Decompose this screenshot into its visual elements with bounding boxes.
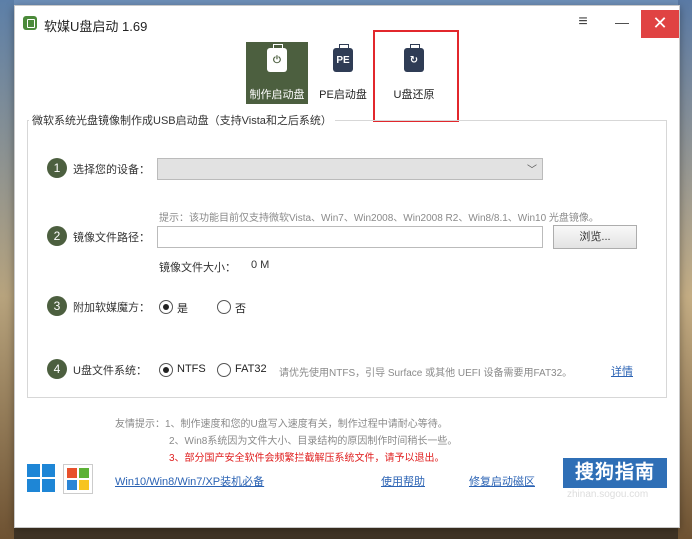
ntfs-label: NTFS	[177, 363, 206, 375]
tip-line-2: 2、Win8系统因为文件大小、目录结构的原因制作时间稍长一些。	[169, 436, 458, 447]
image-size-label: 镜像文件大小：	[159, 262, 236, 274]
ntfs-radio[interactable]	[159, 363, 173, 377]
filesystem-label: U盘文件系统：	[73, 365, 147, 377]
desktop-background-left	[0, 0, 14, 539]
image-path-label: 镜像文件路径：	[73, 232, 150, 244]
addon-yes-label: 是	[177, 303, 188, 315]
step-3-badge: 3	[47, 296, 67, 316]
windows-xp-logo-icon	[63, 464, 93, 494]
step-2-badge: 2	[47, 226, 67, 246]
device-select[interactable]: ﹀	[157, 158, 543, 180]
minimize-button[interactable]: —	[613, 14, 631, 32]
usb-power-icon: ⏻	[267, 44, 287, 72]
help-link[interactable]: 使用帮助	[381, 473, 425, 489]
annotation-highlight-box	[373, 30, 459, 122]
device-label: 选择您的设备：	[73, 164, 150, 176]
image-path-input[interactable]	[157, 226, 543, 248]
panel-title: 微软系统光盘镜像制作成USB启动盘（支持Vista和之后系统）	[29, 112, 335, 128]
image-hint: 提示：该功能目前仅支持微软Vista、Win7、Win2008、Win2008 …	[159, 213, 599, 224]
watermark-url: zhinan.sogou.com	[567, 489, 649, 500]
fat32-radio[interactable]	[217, 363, 231, 377]
browse-button[interactable]: 浏览...	[553, 225, 637, 249]
tab-label: PE启动盘	[319, 89, 367, 101]
tip-line-3-warning: 3、部分国产安全软件会频繁拦截解压系统文件，请予以退出。	[169, 453, 445, 464]
repair-boot-sector-link[interactable]: 修复启动磁区	[469, 473, 535, 489]
window-title: 软媒U盘启动 1.69	[44, 19, 148, 34]
image-size-value: 0 M	[251, 259, 270, 271]
addon-no-label: 否	[235, 303, 246, 315]
menu-button[interactable]: ≡	[575, 14, 591, 30]
addon-yes-radio[interactable]	[159, 300, 173, 314]
title-bar: 软媒U盘启动 1.69 ≡ — ✕	[15, 6, 679, 42]
step-4-badge: 4	[47, 359, 67, 379]
usb-pe-icon: PE	[333, 44, 353, 72]
tab-make-boot-disk[interactable]: ⏻ 制作启动盘	[246, 42, 308, 104]
tip-line-1: 友情提示：1、制作速度和您的U盘写入速度有关，制作过程中请耐心等待。	[115, 419, 448, 430]
tab-pe-boot-disk[interactable]: PE PE启动盘	[312, 42, 374, 104]
step-1-badge: 1	[47, 158, 67, 178]
tab-label: 制作启动盘	[249, 89, 305, 101]
close-button[interactable]: ✕	[641, 10, 679, 38]
filesystem-note: 请优先使用NTFS，引导 Surface 或其他 UEFI 设备需要用FAT32…	[279, 368, 573, 379]
fat32-label: FAT32	[235, 363, 267, 375]
windows-logo-icon	[27, 464, 55, 492]
desktop-background-right	[678, 0, 692, 539]
os-installer-link[interactable]: Win10/Win8/Win7/XP装机必备	[115, 473, 264, 489]
chevron-down-icon: ﹀	[527, 165, 537, 176]
watermark-brand: 搜狗指南	[563, 458, 667, 488]
addon-no-radio[interactable]	[217, 300, 231, 314]
addon-label: 附加软媒魔方：	[73, 302, 150, 314]
details-link[interactable]: 详情	[611, 363, 633, 379]
app-logo-icon	[23, 16, 37, 30]
app-window: 软媒U盘启动 1.69 ≡ — ✕ ⏻ 制作启动盘 PE PE启动盘 ↻ U盘还…	[14, 5, 680, 528]
